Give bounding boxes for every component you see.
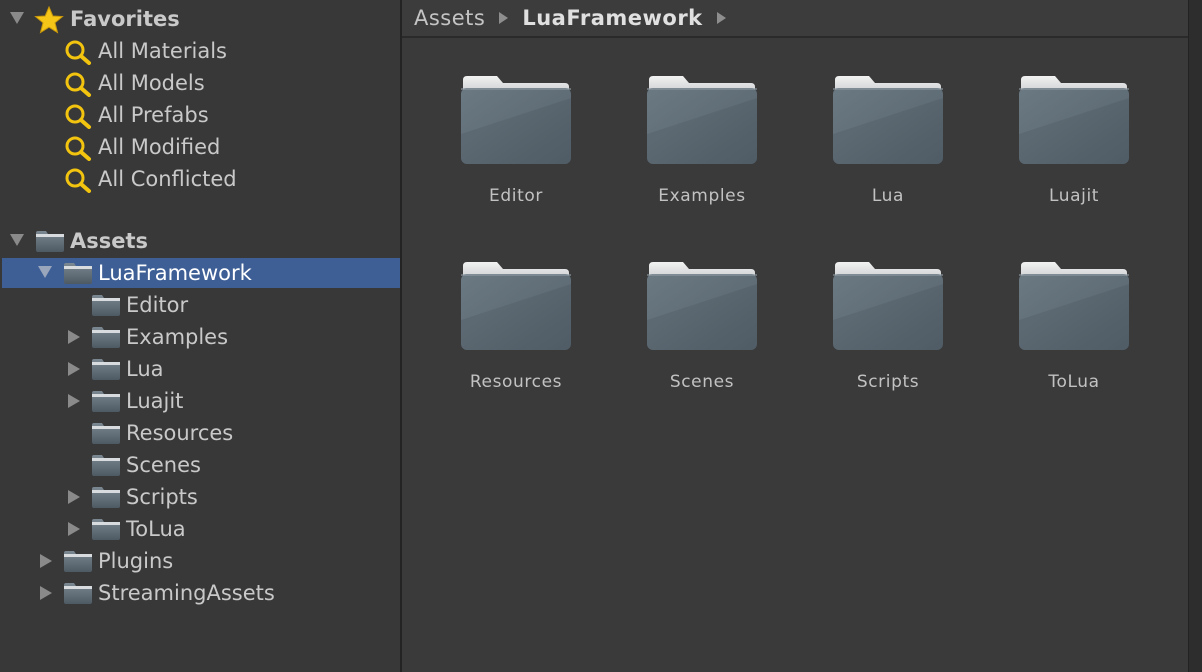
folder-contents-panel: Assets LuaFramework Editor Examples Lua …	[402, 0, 1202, 672]
folder-icon	[647, 262, 757, 350]
folder-icon	[92, 327, 120, 348]
grid-folder-label: Scenes	[669, 372, 735, 392]
triangle-right-icon[interactable]	[40, 586, 52, 600]
folder-icon	[64, 583, 92, 604]
grid-folder-resources[interactable]: Resources	[431, 260, 601, 410]
favorite-item-all-conflicted[interactable]: All Conflicted	[0, 164, 400, 194]
tree-folder-scripts[interactable]: Scripts	[0, 482, 400, 512]
grid-folder-scripts[interactable]: Scripts	[803, 260, 973, 410]
star-icon	[34, 6, 64, 34]
grid-folder-scenes[interactable]: Scenes	[617, 260, 787, 410]
favorites-label: Favorites	[70, 7, 180, 31]
search-icon	[65, 104, 91, 129]
favorite-item-label: All Materials	[98, 39, 227, 63]
grid-folder-label: Editor	[489, 186, 543, 206]
grid-folder-label: ToLua	[1048, 372, 1100, 392]
grid-folder-label: Lua	[871, 186, 905, 206]
triangle-right-icon[interactable]	[68, 490, 80, 504]
tree-folder-label: ToLua	[126, 517, 186, 541]
favorite-item-all-prefabs[interactable]: All Prefabs	[0, 100, 400, 130]
triangle-right-icon[interactable]	[68, 394, 80, 408]
triangle-right-icon[interactable]	[68, 522, 80, 536]
grid-folder-luajit[interactable]: Luajit	[989, 74, 1159, 224]
favorite-item-all-materials[interactable]: All Materials	[0, 36, 400, 66]
grid-folder-label: Examples	[658, 186, 746, 206]
folder-icon	[833, 262, 943, 350]
tree-folder-label: Resources	[126, 421, 234, 445]
tree-folder-label: LuaFramework	[98, 261, 252, 285]
triangle-right-icon[interactable]	[68, 330, 80, 344]
favorite-item-label: All Conflicted	[98, 167, 237, 191]
favorite-item-all-modified[interactable]: All Modified	[0, 132, 400, 162]
folder-icon	[92, 359, 120, 380]
search-icon	[65, 168, 91, 193]
tree-folder-label: Luajit	[126, 389, 184, 413]
grid-folder-editor[interactable]: Editor	[431, 74, 601, 224]
folder-icon	[92, 487, 120, 508]
tree-folder-streamingassets[interactable]: StreamingAssets	[0, 578, 400, 608]
tree-folder-luaframework[interactable]: LuaFramework	[2, 258, 400, 288]
tree-folder-label: Scenes	[126, 453, 201, 477]
breadcrumb-separator-icon	[499, 12, 509, 24]
folder-icon	[64, 263, 92, 284]
tree-folder-label: StreamingAssets	[98, 581, 275, 605]
search-icon	[65, 136, 91, 161]
triangle-right-icon[interactable]	[68, 362, 80, 376]
folder-icon	[833, 76, 943, 164]
favorite-item-label: All Prefabs	[98, 103, 209, 127]
grid-folder-tolua[interactable]: ToLua	[989, 260, 1159, 410]
folder-icon	[36, 231, 64, 252]
grid-folder-label: Luajit	[1048, 186, 1100, 206]
search-icon	[65, 40, 91, 65]
breadcrumb-item-assets[interactable]: Assets	[414, 6, 485, 30]
triangle-right-icon[interactable]	[40, 554, 52, 568]
vertical-scrollbar[interactable]	[1188, 0, 1202, 672]
folder-icon	[92, 295, 120, 316]
project-tree-panel: Favorites All Materials All Models All P…	[0, 0, 400, 672]
triangle-down-icon[interactable]	[10, 234, 24, 246]
tree-folder-label: Scripts	[126, 485, 198, 509]
folder-icon	[461, 76, 571, 164]
grid-folder-label: Scripts	[856, 372, 920, 392]
assets-label: Assets	[70, 229, 149, 253]
tree-folder-resources[interactable]: Resources	[0, 418, 400, 448]
folder-icon	[647, 76, 757, 164]
favorite-item-all-models[interactable]: All Models	[0, 68, 400, 98]
tree-folder-label: Editor	[126, 293, 189, 317]
search-icon	[65, 72, 91, 97]
tree-folder-label: Lua	[126, 357, 164, 381]
tree-folder-editor[interactable]: Editor	[0, 290, 400, 320]
tree-folder-examples[interactable]: Examples	[0, 322, 400, 352]
tree-folder-lua[interactable]: Lua	[0, 354, 400, 384]
tree-folder-scenes[interactable]: Scenes	[0, 450, 400, 480]
favorite-item-label: All Modified	[98, 135, 221, 159]
triangle-down-icon[interactable]	[38, 266, 52, 278]
favorite-item-label: All Models	[98, 71, 205, 95]
folder-icon	[92, 391, 120, 412]
grid-folder-label: Resources	[469, 372, 563, 392]
folder-icon	[92, 519, 120, 540]
folder-icon	[92, 423, 120, 444]
assets-root[interactable]: Assets	[0, 226, 400, 256]
folder-icon	[92, 455, 120, 476]
grid-folder-examples[interactable]: Examples	[617, 74, 787, 224]
folder-icon	[461, 262, 571, 350]
grid-folder-lua[interactable]: Lua	[803, 74, 973, 224]
tree-folder-label: Examples	[126, 325, 229, 349]
tree-folder-luajit[interactable]: Luajit	[0, 386, 400, 416]
folder-icon	[1019, 262, 1129, 350]
triangle-down-icon[interactable]	[10, 12, 24, 24]
folder-icon	[64, 551, 92, 572]
tree-folder-plugins[interactable]: Plugins	[0, 546, 400, 576]
tree-folder-label: Plugins	[98, 549, 174, 573]
folder-icon	[1019, 76, 1129, 164]
breadcrumb: Assets LuaFramework	[402, 0, 1188, 38]
favorites-header[interactable]: Favorites	[0, 4, 400, 34]
breadcrumb-item-luaframework[interactable]: LuaFramework	[522, 6, 702, 30]
breadcrumb-separator-icon[interactable]	[716, 12, 726, 24]
tree-folder-tolua[interactable]: ToLua	[0, 514, 400, 544]
